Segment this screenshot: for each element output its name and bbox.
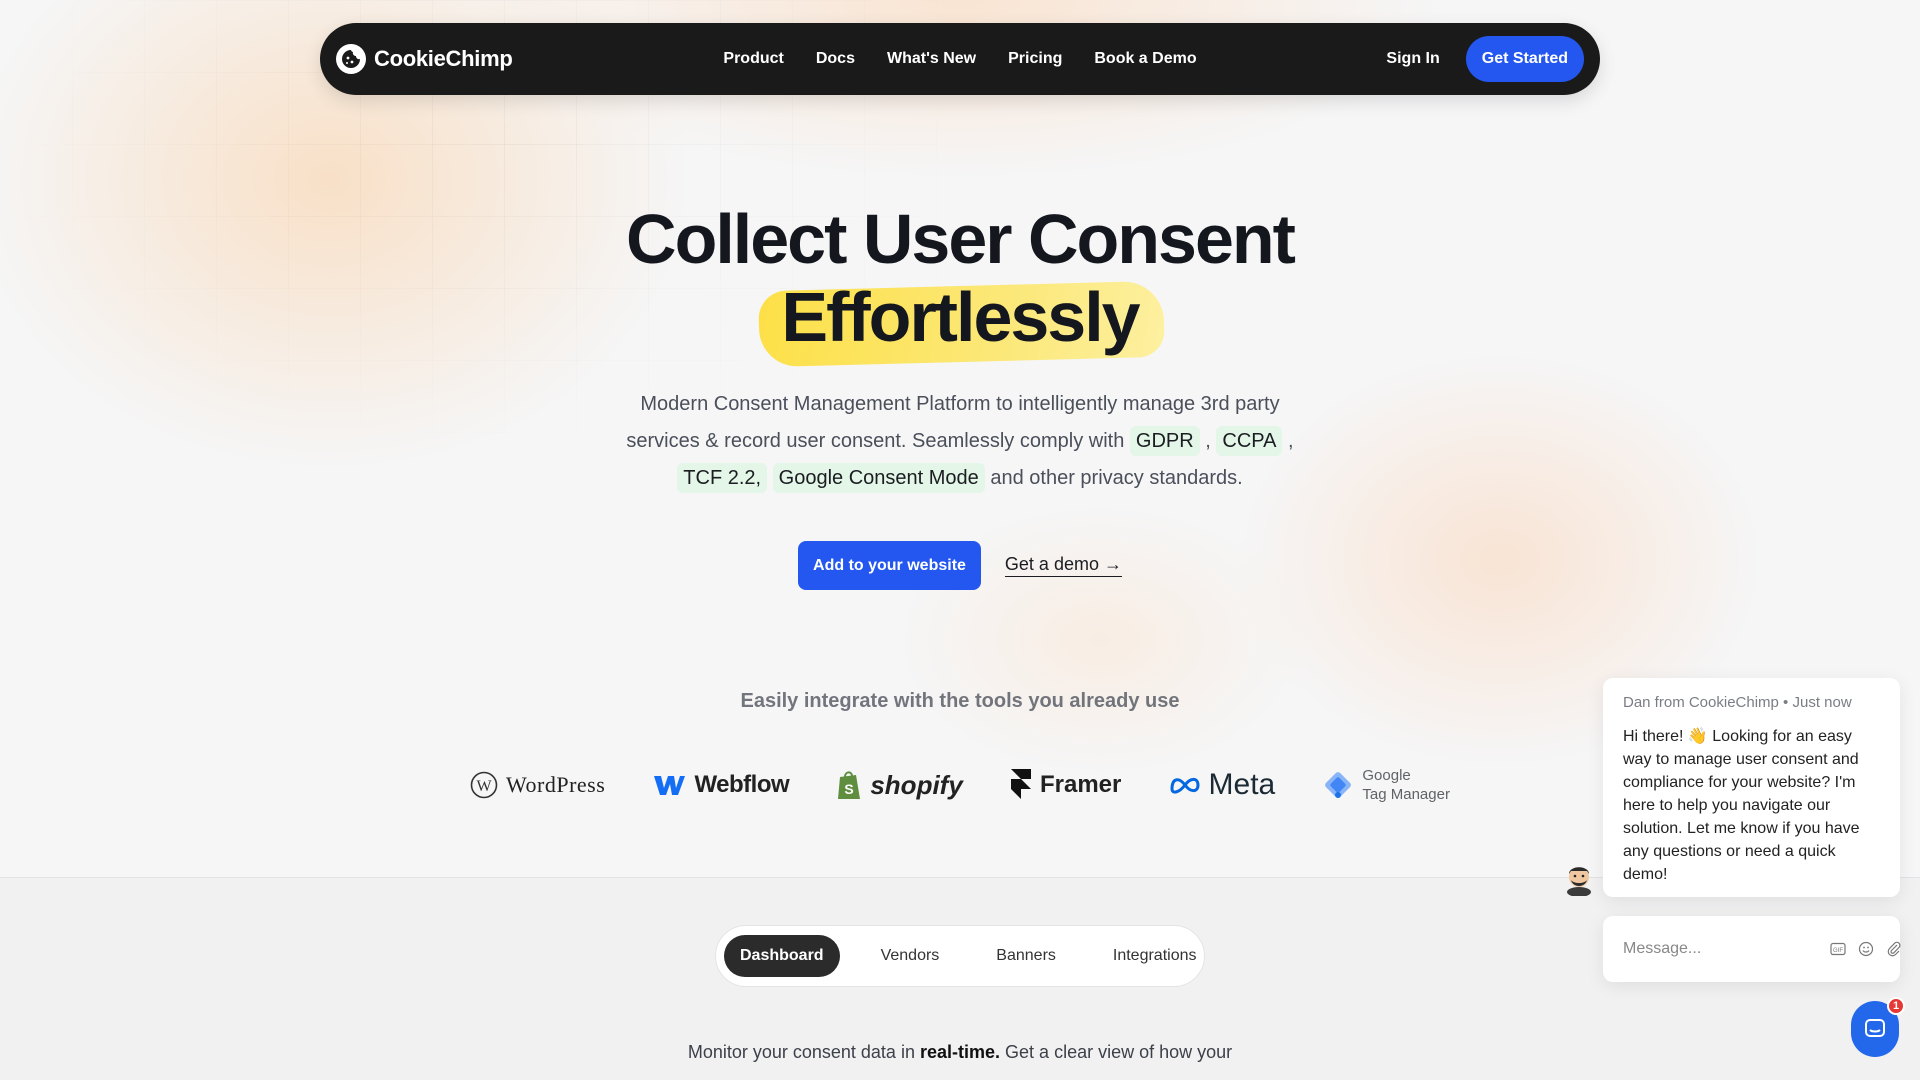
tab-integrations[interactable]: Integrations — [1097, 935, 1213, 977]
chat-bubble-icon — [1865, 1019, 1885, 1037]
framer-icon — [1010, 769, 1031, 799]
chat-sender-meta: Dan from CookieChimp • Just now — [1623, 694, 1852, 711]
webflow-logo: Webflow — [652, 771, 790, 799]
nav-actions: Sign In Get Started — [1386, 36, 1584, 82]
nav-item-whats-new[interactable]: What's New — [887, 50, 976, 68]
tab-banners[interactable]: Banners — [980, 935, 1072, 977]
nav-item-product[interactable]: Product — [723, 50, 783, 68]
cookie-logo-icon — [336, 44, 366, 74]
meta-logo: Meta — [1169, 768, 1276, 802]
svg-text:S: S — [845, 781, 854, 797]
wordpress-icon: W — [470, 771, 498, 799]
meta-label: Meta — [1208, 768, 1276, 801]
hero-title-line2-wrap: Effortlessly — [758, 278, 1166, 368]
chat-launcher-button[interactable]: 1 — [1851, 997, 1905, 1057]
gtm-label-line1: Google — [1362, 767, 1411, 784]
brand-name: CookieChimp — [374, 46, 513, 71]
svg-text:GIF: GIF — [1833, 948, 1843, 954]
add-to-website-button[interactable]: Add to your website — [798, 541, 981, 590]
monitor-description: Monitor your consent data in real-time. … — [0, 1042, 1920, 1063]
shopify-logo: S shopify — [836, 769, 963, 801]
hero-sub-sep2: , — [1288, 430, 1294, 452]
meta-infinity-icon — [1170, 777, 1200, 794]
sign-in-link[interactable]: Sign In — [1386, 50, 1439, 68]
get-started-button[interactable]: Get Started — [1465, 36, 1584, 82]
nav-item-book-demo[interactable]: Book a Demo — [1094, 50, 1196, 68]
hero-sub-sep1: , — [1205, 430, 1211, 452]
monitor-bold: real-time. — [919, 1042, 1001, 1062]
google-tag-manager-logo: Google Tag Manager — [1322, 766, 1450, 804]
webflow-label: Webflow — [694, 771, 790, 798]
tag-ccpa: CCPA — [1216, 426, 1283, 456]
framer-logo: Framer — [1010, 768, 1121, 802]
hero-title-line1: Collect User Consent — [626, 200, 1296, 278]
top-navbar: CookieChimp Product Docs What's New Pric… — [320, 23, 1600, 95]
framer-label: Framer — [1039, 771, 1122, 798]
chat-agent-avatar — [1567, 867, 1591, 896]
chat-message-card[interactable]: Dan from CookieChimp • Just now Hi there… — [1603, 678, 1900, 897]
tab-dashboard[interactable]: Dashboard — [724, 935, 840, 977]
gtm-label: Google Tag Manager — [1362, 766, 1450, 804]
hero-title: Collect User Consent Effortlessly — [0, 200, 1920, 368]
tag-google-consent-mode: Google Consent Mode — [772, 463, 985, 493]
gif-icon[interactable]: GIF — [1830, 942, 1846, 956]
wordpress-label: WordPress — [506, 772, 606, 797]
product-tabs: Dashboard Vendors Banners Integrations — [715, 925, 1205, 987]
hero-title-line2: Effortlessly — [781, 278, 1140, 356]
gtm-label-line2: Tag Manager — [1362, 786, 1450, 803]
chat-message-input[interactable] — [1623, 940, 1830, 958]
chat-tools: GIF — [1830, 941, 1902, 957]
get-demo-link[interactable]: Get a demo → — [1004, 554, 1122, 577]
shopify-bag-icon: S — [838, 771, 861, 799]
monitor-part1: Monitor your consent data in — [687, 1042, 915, 1062]
hero-cta-row: Add to your website Get a demo → — [0, 541, 1920, 590]
unread-badge: 1 — [1887, 997, 1905, 1015]
nav-item-docs[interactable]: Docs — [816, 50, 855, 68]
gtm-diamond-icon — [1325, 772, 1352, 798]
tab-vendors[interactable]: Vendors — [865, 935, 956, 977]
shopify-label: shopify — [870, 769, 963, 800]
tag-gdpr: GDPR — [1129, 426, 1200, 456]
nav-item-pricing[interactable]: Pricing — [1008, 50, 1062, 68]
chat-input-box: GIF — [1603, 916, 1902, 982]
monitor-part2: Get a clear view of how your — [1005, 1042, 1233, 1062]
attachment-icon[interactable] — [1886, 941, 1902, 957]
hero-subtitle: Modern Consent Management Platform to in… — [610, 386, 1310, 497]
emoji-icon[interactable] — [1858, 941, 1874, 957]
brand-logo[interactable]: CookieChimp — [336, 44, 513, 74]
wordpress-logo: W WordPress — [470, 771, 605, 799]
svg-text:W: W — [476, 778, 492, 795]
integration-logos: W WordPress Webflow S shopify Framer Met… — [470, 760, 1450, 810]
chat-message-text: Hi there! 👋 Looking for an easy way to m… — [1623, 728, 1860, 883]
tag-tcf: TCF 2.2, — [677, 463, 768, 493]
webflow-icon — [654, 776, 686, 795]
hero-sub-part2: and other privacy standards. — [990, 467, 1243, 489]
